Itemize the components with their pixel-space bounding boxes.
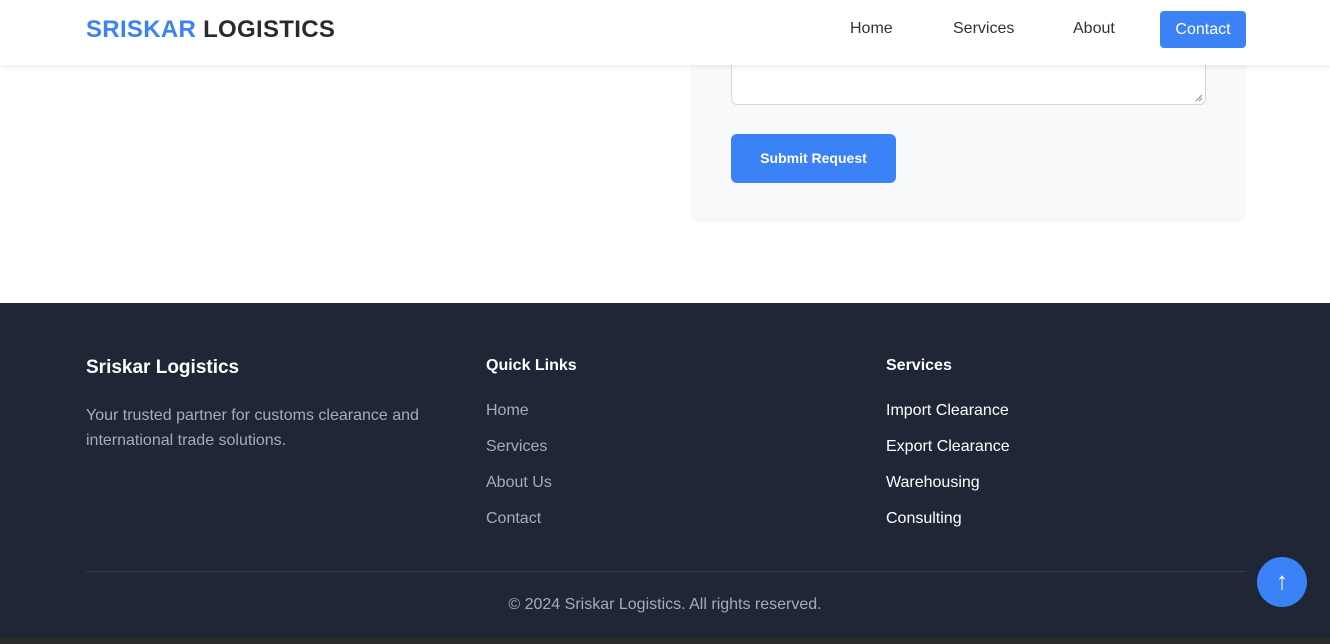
quick-links-title: Quick Links [486, 357, 577, 374]
quick-link-contact[interactable]: Contact [486, 509, 552, 545]
nav-contact-button[interactable]: Contact [1160, 11, 1246, 48]
resize-grip-icon[interactable] [1195, 94, 1203, 102]
services-title: Services [886, 357, 952, 374]
nav-about-link[interactable]: About [1073, 20, 1115, 38]
services-list: Import Clearance Export Clearance Wareho… [886, 401, 1010, 545]
navbar: SRISKAR LOGISTICS Home Services About Co… [0, 0, 1330, 65]
copyright-text: © 2024 Sriskar Logistics. All rights res… [508, 596, 822, 613]
back-to-top-button[interactable]: ↑ [1257, 557, 1307, 607]
nav-services-link[interactable]: Services [953, 20, 1014, 38]
quick-link-services[interactable]: Services [486, 437, 552, 473]
logo-secondary: LOGISTICS [203, 16, 336, 43]
service-link-consulting[interactable]: Consulting [886, 509, 1010, 545]
quick-link-home[interactable]: Home [486, 401, 552, 437]
submit-request-button[interactable]: Submit Request [731, 134, 896, 183]
footer-bottom-strip [0, 638, 1330, 644]
service-link-warehousing[interactable]: Warehousing [886, 473, 1010, 509]
footer-divider [86, 571, 1246, 572]
footer: Sriskar Logistics Your trusted partner f… [0, 303, 1330, 644]
site-logo[interactable]: SRISKAR LOGISTICS [86, 16, 335, 44]
nav-home-link[interactable]: Home [850, 20, 893, 38]
footer-description: Your trusted partner for customs clearan… [86, 407, 419, 449]
quick-link-about[interactable]: About Us [486, 473, 552, 509]
footer-brand-title: Sriskar Logistics [86, 357, 240, 378]
logo-primary: SRISKAR [86, 16, 197, 43]
service-link-export[interactable]: Export Clearance [886, 437, 1010, 473]
quick-links-list: Home Services About Us Contact [486, 401, 552, 545]
arrow-up-icon: ↑ [1276, 568, 1288, 595]
service-link-import[interactable]: Import Clearance [886, 401, 1010, 437]
